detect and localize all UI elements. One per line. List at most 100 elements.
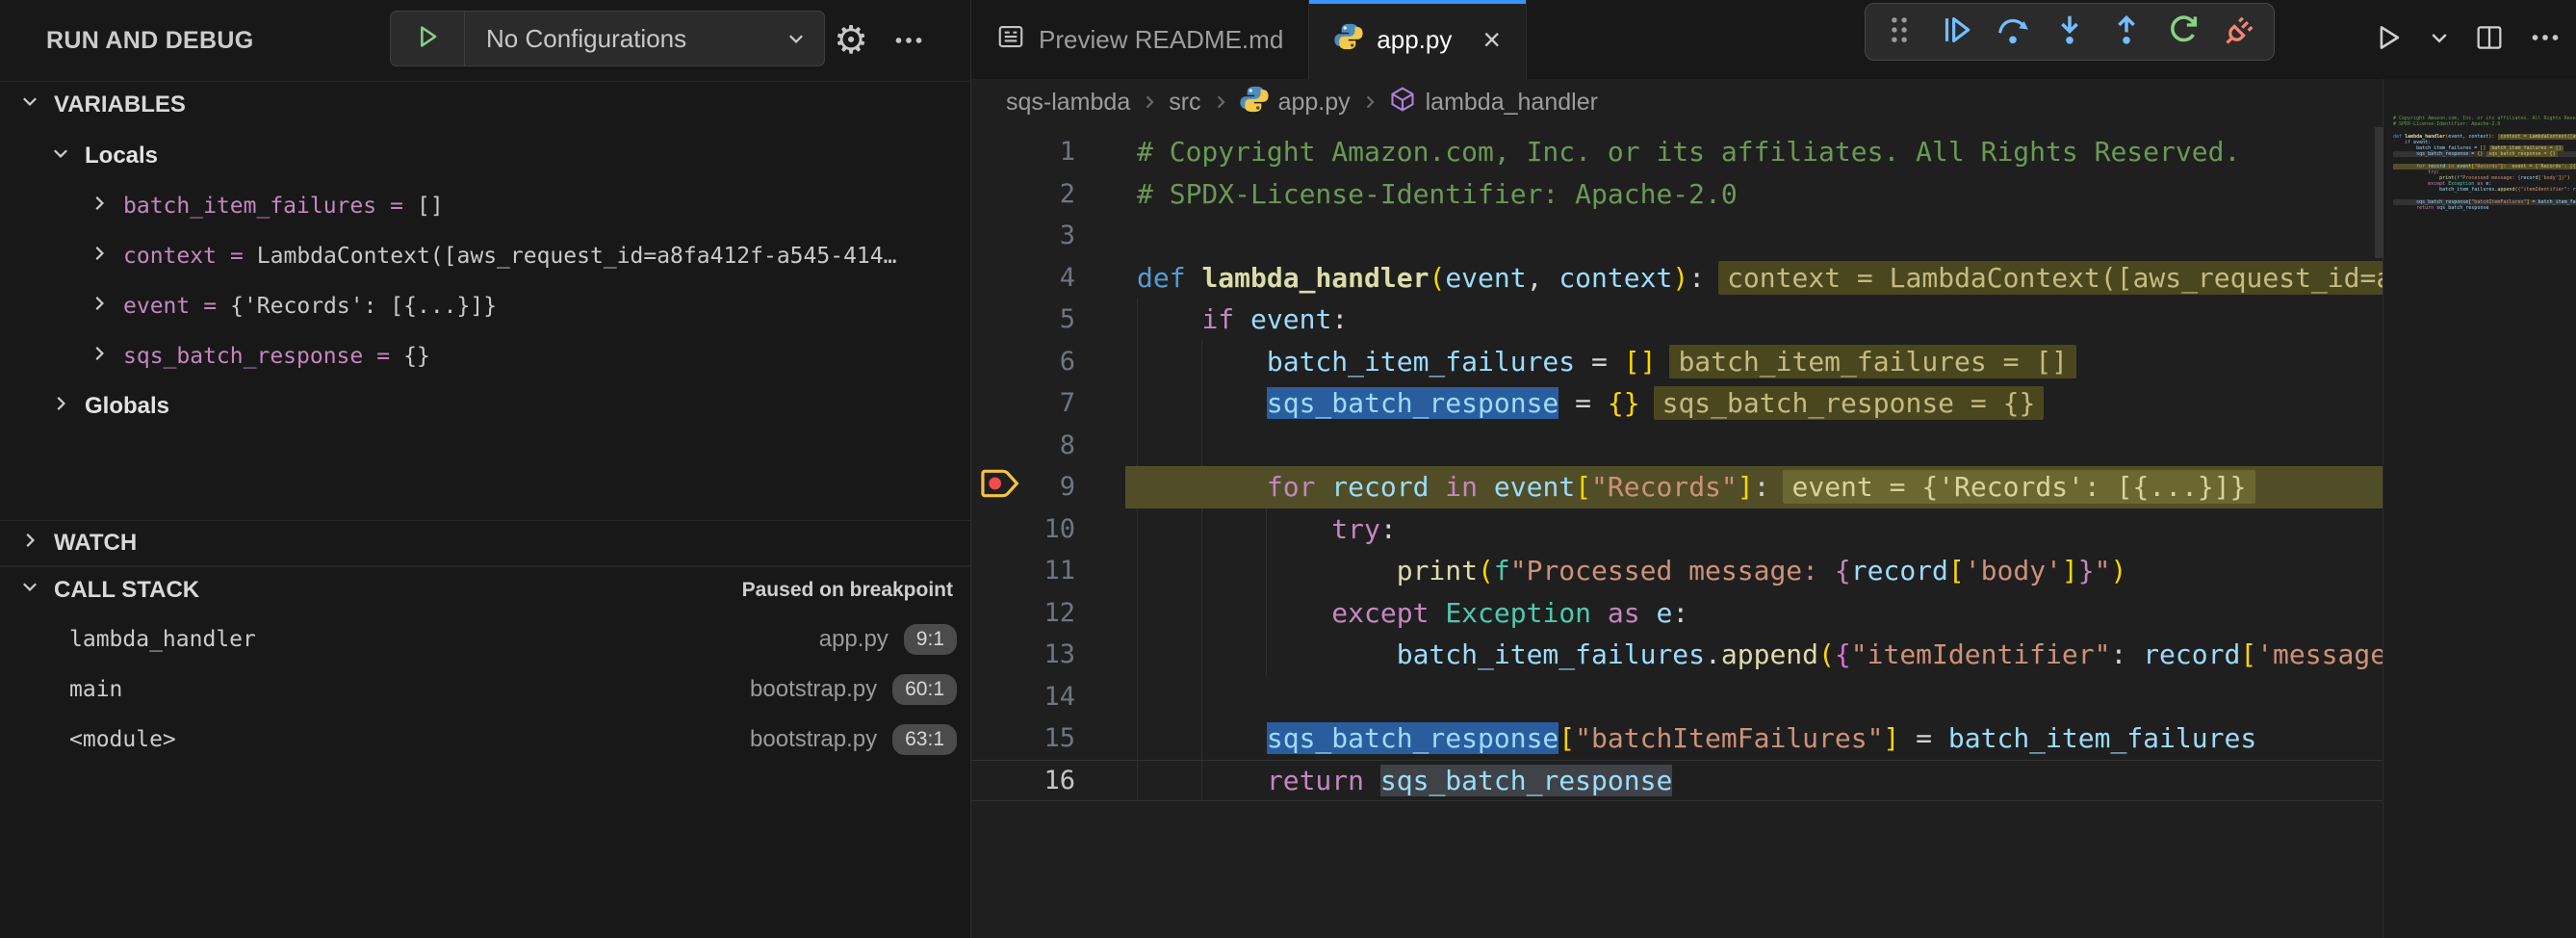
code-token: context [1558,262,1672,294]
gutter[interactable]: 12 [971,592,1125,635]
code-token: . [1705,638,1721,670]
stack-frame-row[interactable]: lambda_handlerapp.py9:1 [0,614,970,664]
vscode-window: RUN AND DEBUG No Configurations ⚙ VARIAB… [0,0,2576,938]
step-out-button[interactable] [2103,9,2150,55]
variable-value: LambdaContext([aws_request_id=a8fa412f-a… [257,244,897,269]
gutter[interactable]: 9 [971,466,1125,508]
gutter[interactable]: 7 [971,382,1125,425]
code-line[interactable]: 5 if event: [971,299,2383,341]
debug-config-label: No Configurations [465,24,786,54]
stack-frame-row[interactable]: <module>bootstrap.py63:1 [0,715,970,765]
continue-button[interactable] [1933,9,1979,55]
start-debug-button[interactable] [391,12,465,65]
gutter[interactable]: 16 [971,760,1125,802]
code-token: sqs_batch_response [1267,722,1558,754]
code-line[interactable]: 7 sqs_batch_response = {}sqs_batch_respo… [971,382,2383,425]
code-line[interactable]: 11 print(f"Processed message: {record['b… [971,550,2383,592]
gutter[interactable]: 13 [971,634,1125,676]
code-line[interactable]: 6 batch_item_failures = []batch_item_fai… [971,341,2383,383]
variables-section-header[interactable]: VARIABLES [0,81,970,127]
code-line[interactable]: 13 batch_item_failures.append({"itemIden… [971,634,2383,676]
gutter[interactable]: 2 [971,173,1125,216]
code-token: ( [1429,262,1445,294]
code-token: { [1835,638,1851,670]
frame-file: bootstrap.py [750,676,877,703]
variable-row[interactable]: sqs_batch_response = {} [0,331,970,381]
breadcrumb-label: src [1169,89,1200,117]
chevron-down-icon [19,576,40,604]
code-token: ) [2111,555,2127,586]
minimap[interactable]: # Copyright Amazon.com, Inc. or its affi… [2393,116,2576,211]
run-dropdown-button[interactable] [2420,17,2459,62]
gutter[interactable]: 3 [971,215,1125,257]
step-over-button[interactable] [1990,9,2036,55]
gutter[interactable]: 6 [971,341,1125,383]
code-line[interactable]: 14 [971,676,2383,718]
code-line[interactable]: 15 sqs_batch_response["batchItemFailures… [971,717,2383,760]
code-token: 'body' [1965,555,2062,586]
breadcrumb-item[interactable]: sqs-lambda [1006,89,1130,117]
gutter[interactable]: 14 [971,676,1125,718]
more-actions-button[interactable] [2520,17,2570,62]
breadcrumb-item[interactable]: src [1169,89,1200,117]
code-token: [ [1558,722,1575,754]
code-token: f [1494,555,1510,586]
gutter[interactable]: 4 [971,257,1125,300]
code-token: if [1201,303,1250,335]
code-editor[interactable]: 1 # Copyright Amazon.com, Inc. or its aff… [971,123,2383,938]
code-token: record [1851,555,1948,586]
code-line[interactable]: 8 [971,425,2383,467]
breadcrumb-item[interactable]: app.py [1240,85,1351,120]
split-editor-button[interactable] [2466,17,2512,62]
code-token [1137,471,1267,503]
more-actions-icon[interactable] [888,19,930,62]
code-line[interactable]: 3 [971,215,2383,257]
breadcrumb-item[interactable]: lambda_handler [1389,86,1598,119]
tab-preview-readme-md[interactable]: Preview README.md [971,0,1309,79]
disconnect-button[interactable] [2217,9,2263,55]
breakpoint-zone[interactable] [971,466,1031,508]
gear-icon[interactable]: ⚙ [830,19,872,62]
close-icon[interactable]: × [1482,24,1501,55]
breadcrumb-label: lambda_handler [1426,89,1598,117]
gutter[interactable]: 5 [971,299,1125,341]
scope-globals[interactable]: Globals [0,381,970,431]
variable-row[interactable]: context = LambdaContext([aws_request_id=… [0,231,970,281]
code-line[interactable]: 16 return sqs_batch_response [971,760,2383,802]
code-token: } [2078,555,2095,586]
debug-config-dropdown[interactable]: No Configurations [390,11,825,66]
gutter[interactable]: 10 [971,508,1125,551]
code-line[interactable]: 9 for record in event["Records"]:event =… [971,466,2383,508]
drag-handle-button[interactable] [1876,9,1922,55]
variables-tree: Locals batch_item_failures = []context =… [0,131,970,431]
gutter[interactable]: 15 [971,717,1125,760]
step-into-button[interactable] [2047,9,2093,55]
restart-button[interactable] [2160,9,2206,55]
code-line[interactable]: 10 try: [971,508,2383,551]
code-token [1137,597,1331,629]
variable-row[interactable]: batch_item_failures = [] [0,181,970,231]
scope-locals[interactable]: Locals [0,131,970,181]
frame-position-badge: 63:1 [892,724,957,755]
gutter[interactable]: 11 [971,550,1125,592]
tab-app-py[interactable]: app.py× [1309,0,1527,79]
run-button[interactable] [2364,17,2412,62]
code-line[interactable]: 4def lambda_handler(event, context):cont… [971,257,2383,300]
code-token [1137,387,1267,419]
code-line[interactable]: 12 except Exception as e: [971,592,2383,635]
call-stack-section-header[interactable]: CALL STACK Paused on breakpoint [0,566,970,612]
minimap-strip[interactable]: # Copyright Amazon.com, Inc. or its affi… [2383,79,2576,938]
sidebar-title: RUN AND DEBUG [46,27,253,55]
chevron-right-icon [89,243,110,270]
code-token: # Copyright Amazon.com, Inc. or its affi… [1137,136,2240,168]
call-stack-frames: lambda_handlerapp.py9:1mainbootstrap.py6… [0,614,970,765]
chevron-down-icon [19,91,40,118]
variable-row[interactable]: event = {'Records': [{...}]} [0,281,970,331]
code-token: event [1494,471,1575,503]
watch-section-header[interactable]: WATCH [0,520,970,566]
gutter[interactable]: 8 [971,425,1125,467]
code-line[interactable]: 1 # Copyright Amazon.com, Inc. or its aff… [971,131,2383,173]
stack-frame-row[interactable]: mainbootstrap.py60:1 [0,664,970,715]
gutter[interactable]: 1 [971,131,1125,173]
code-line[interactable]: 2# SPDX-License-Identifier: Apache-2.0 [971,173,2383,216]
